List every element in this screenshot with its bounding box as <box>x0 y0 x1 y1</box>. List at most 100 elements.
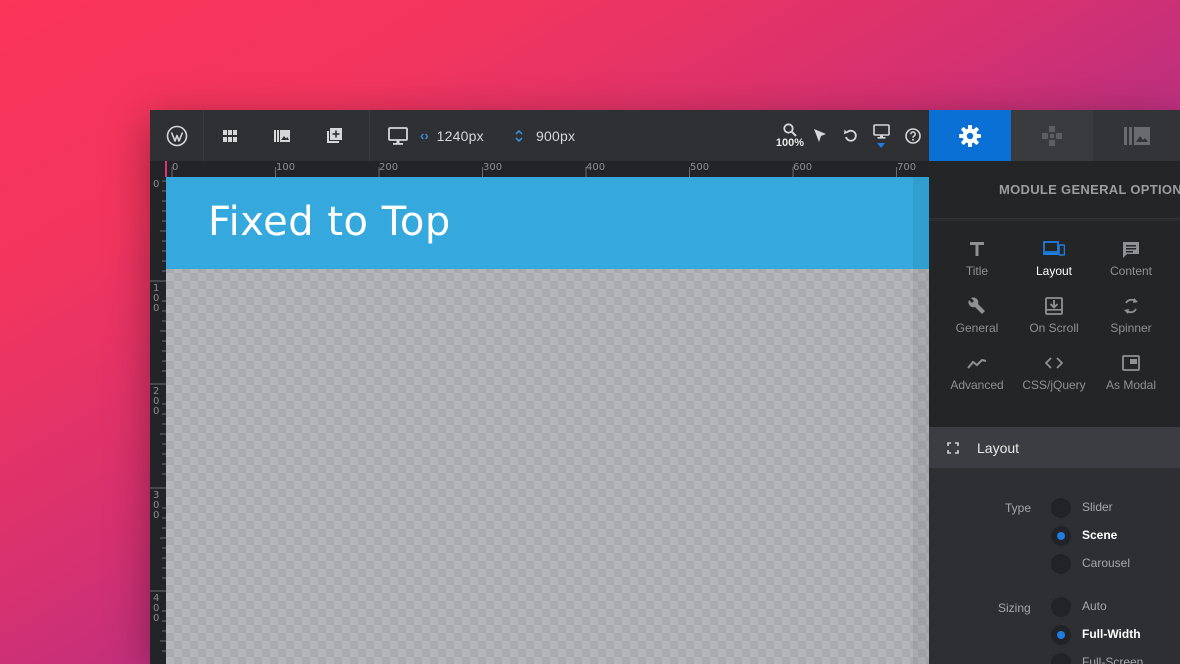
text-t-icon <box>970 242 984 256</box>
option-label: Spinner <box>1110 321 1152 335</box>
option-label: As Modal <box>1105 378 1157 392</box>
radio-full-width[interactable] <box>1051 625 1071 645</box>
panel-title: MODULE GENERAL OPTIONS <box>999 182 1180 197</box>
device-preview-button[interactable] <box>868 110 894 161</box>
width-arrows-icon: ‹› <box>420 128 429 143</box>
ruler-label: 400 <box>586 162 606 173</box>
canvas-height[interactable]: 900px <box>514 110 584 161</box>
radio-full-screen[interactable] <box>1051 653 1071 664</box>
ruler-label: 300 <box>483 162 503 173</box>
search-icon <box>783 122 797 137</box>
option-label: Advanced <box>950 378 1004 392</box>
option-content[interactable]: Content <box>1090 236 1172 288</box>
grid-icon <box>223 129 237 142</box>
tab-settings[interactable] <box>929 110 1011 161</box>
vertical-ruler: 0 100 200 300 400 <box>150 177 167 664</box>
option-categories: Title Layout Content General On Scroll S… <box>929 221 1180 427</box>
option-label: CSS/jQuery <box>1022 378 1086 392</box>
radio-label-full-width[interactable]: Full-Width <box>1082 627 1141 641</box>
canvas-scroll-edge <box>913 177 929 664</box>
radio-auto[interactable] <box>1051 597 1071 617</box>
radio-slider[interactable] <box>1051 498 1071 518</box>
option-general[interactable]: General <box>936 293 1018 345</box>
wordpress-button[interactable] <box>150 110 203 161</box>
slides-button[interactable] <box>256 110 308 161</box>
undo-icon <box>843 129 857 142</box>
undo-button[interactable] <box>838 110 862 161</box>
section-title: Layout <box>977 440 1020 456</box>
ruler-label: 600 <box>793 162 813 173</box>
option-advanced[interactable]: Advanced <box>936 350 1018 402</box>
pointer-icon <box>814 129 826 142</box>
ruler-label: 200 <box>153 386 160 417</box>
option-on-scroll[interactable]: On Scroll <box>1013 293 1095 345</box>
slides-icon <box>274 129 290 142</box>
canvas-width[interactable]: ‹› 1240px <box>420 110 500 161</box>
option-layout[interactable]: Layout <box>1013 236 1095 288</box>
select-tool-button[interactable] <box>808 110 832 161</box>
option-label: Layout <box>1035 264 1073 278</box>
horizontal-ruler: 0 100 200 300 400 500 600 700 <box>150 161 929 178</box>
layout-section-header[interactable]: Layout <box>929 427 1180 468</box>
gear-icon <box>959 124 981 147</box>
radio-scene[interactable] <box>1051 526 1071 546</box>
settings-panel: MODULE GENERAL OPTIONS Title Layout Cont… <box>929 161 1180 664</box>
trend-icon <box>967 358 987 369</box>
ruler-label: 500 <box>690 162 710 173</box>
help-button[interactable] <box>900 110 926 161</box>
canvas-width-value: 1240px <box>436 127 484 144</box>
zoom-level: 100% <box>775 136 805 149</box>
layers-icon <box>1042 125 1062 146</box>
radio-label-full-screen[interactable]: Full-Screen <box>1082 655 1143 664</box>
message-icon <box>1123 241 1139 258</box>
height-arrows-icon <box>515 129 523 142</box>
fixed-top-layer[interactable]: Fixed to Top <box>166 177 929 269</box>
wrench-icon <box>968 297 985 314</box>
banner-title[interactable]: Fixed to Top <box>208 199 451 245</box>
radio-label-scene[interactable]: Scene <box>1082 528 1117 542</box>
option-label: Content <box>1109 264 1153 278</box>
ruler-label: 400 <box>153 593 160 624</box>
grid-view-button[interactable] <box>204 110 256 161</box>
panel-header: MODULE GENERAL OPTIONS <box>929 161 1180 219</box>
tab-layers[interactable] <box>1011 110 1093 161</box>
radio-label-carousel[interactable]: Carousel <box>1082 556 1130 570</box>
ruler-label: 0 <box>172 162 179 173</box>
option-label: General <box>955 321 999 335</box>
ruler-label: 100 <box>153 283 160 314</box>
download-box-icon <box>1045 297 1063 315</box>
help-icon <box>905 127 921 144</box>
option-spinner[interactable]: Spinner <box>1090 293 1172 345</box>
tab-slides[interactable] <box>1093 110 1180 161</box>
ruler-label: 0 <box>153 179 160 190</box>
radio-carousel[interactable] <box>1051 554 1071 574</box>
code-icon <box>1045 357 1063 369</box>
radio-label-auto[interactable]: Auto <box>1082 599 1107 613</box>
add-slide-icon <box>326 128 342 143</box>
ruler-label: 700 <box>897 162 917 173</box>
slide-canvas[interactable]: Fixed to Top <box>166 177 929 664</box>
type-label: Type <box>1005 501 1032 515</box>
option-label: On Scroll <box>1029 321 1079 335</box>
option-css-jquery[interactable]: CSS/jQuery <box>1013 350 1095 402</box>
option-as-modal[interactable]: As Modal <box>1090 350 1172 402</box>
devices-icon <box>1043 241 1065 256</box>
device-desktop-button[interactable] <box>378 110 418 161</box>
refresh-icon <box>1124 298 1138 314</box>
caret-down-icon <box>877 142 885 148</box>
expand-icon <box>947 442 959 454</box>
wordpress-icon <box>166 125 187 146</box>
monitor-icon <box>388 126 408 145</box>
zoom-button[interactable]: 100% <box>770 110 810 161</box>
option-title[interactable]: Title <box>936 236 1018 288</box>
modal-window-icon <box>1122 355 1140 371</box>
ruler-ticks <box>150 180 166 652</box>
ruler-label: 100 <box>276 162 296 173</box>
top-toolbar: ‹› 1240px 900px 100% <box>150 110 929 161</box>
radio-label-slider[interactable]: Slider <box>1082 500 1113 514</box>
add-slide-button[interactable] <box>308 110 360 161</box>
panel-tabs <box>929 110 1180 161</box>
ruler-label: 300 <box>153 490 160 521</box>
option-label: Title <box>965 264 989 278</box>
monitor-icon <box>872 123 890 139</box>
